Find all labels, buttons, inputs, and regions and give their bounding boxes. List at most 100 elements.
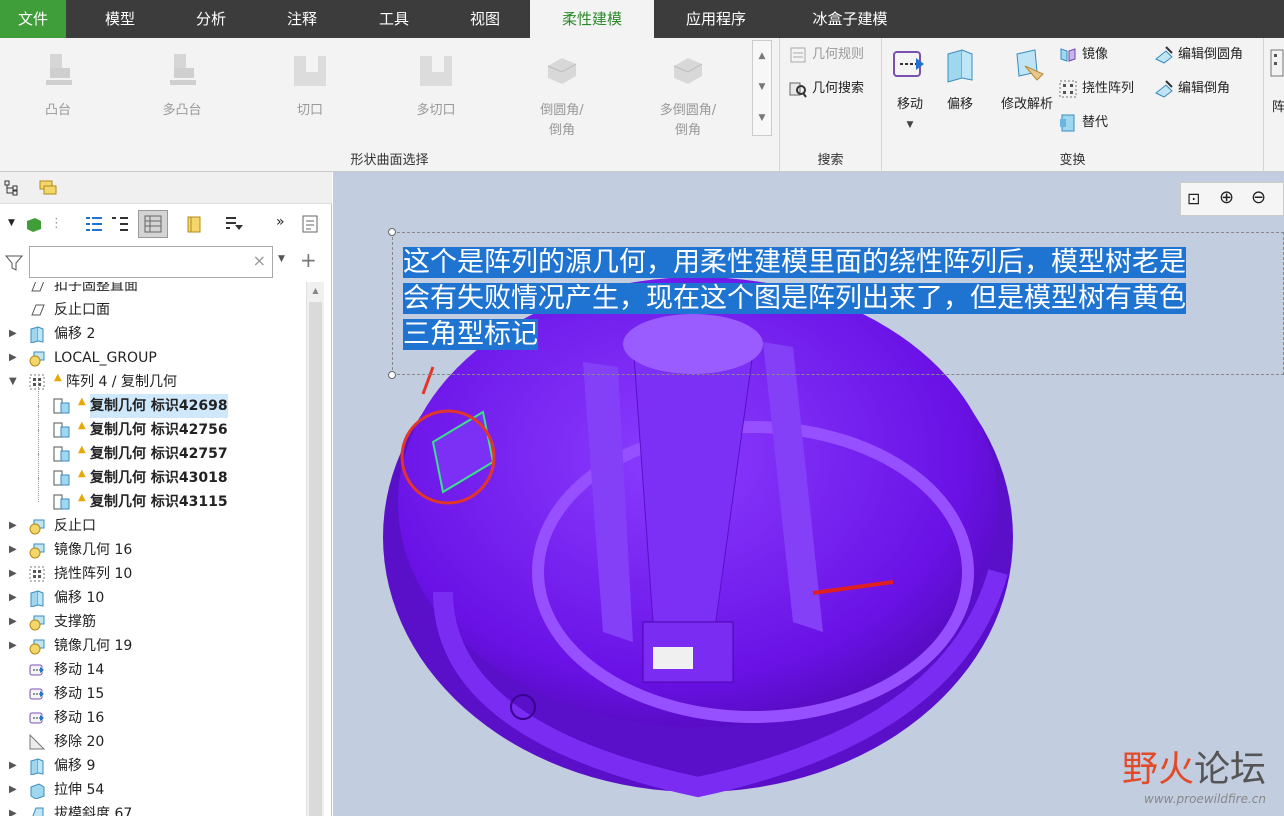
tab-model[interactable]: 模型 [74,0,166,38]
replace-button[interactable]: 替代 [1058,110,1108,136]
tab-file[interactable]: 文件 [0,0,66,38]
tab-analysis[interactable]: 分析 [166,0,256,38]
pattern-icon [29,566,45,582]
offset-button[interactable]: 偏移 [938,44,982,115]
settings-flag-icon[interactable] [184,214,204,234]
expand-down-icon[interactable]: ▼ [8,218,15,228]
tree-toolbar: ▼ ⋮ » [0,206,332,242]
gallery-expand-icon[interactable]: ▼ [753,103,771,134]
flex-pattern-button[interactable]: 挠性阵列 [1058,76,1134,102]
tree-item-label: 支撑筋 [54,614,96,630]
expand-arrow-icon[interactable]: ▶ [9,514,19,538]
zoom-out-icon[interactable]: ⊖ [1251,187,1266,208]
edit-chamfer-button[interactable]: 编辑倒角 [1154,76,1230,102]
tab-annotate[interactable]: 注释 [256,0,348,38]
search-dropdown-icon[interactable]: ▼ [278,254,285,264]
watermark-title-1: 野火 [1121,749,1194,790]
flex-pattern-label: 挠性阵列 [1082,81,1135,96]
multi-cut-icon [420,56,452,86]
geometry-rules-button[interactable]: 几何规则 [788,42,864,68]
search-filter-icon[interactable] [5,254,23,272]
handle-tl[interactable] [388,228,396,236]
boss-button[interactable]: 凸台 [26,50,90,121]
chevron-up-icon[interactable]: ▲ [753,41,771,72]
more-icon[interactable]: » [276,214,285,230]
next-group-label: 阵 [1272,100,1284,115]
expand-arrow-icon[interactable]: ▶ [9,346,19,370]
move-button[interactable]: 移动 ▼ [886,44,934,135]
filter-icon[interactable] [224,214,244,234]
edit-chamfer-label: 编辑倒角 [1178,81,1231,96]
annotation-text[interactable]: 这个是阵列的源几何，用柔性建模里面的绕性阵列后，模型树老是 会有失败情况产生，现… [403,245,1283,353]
graphics-canvas[interactable]: ⊡ ⊕ ⊖ 这个是阵列的源几何，用柔性建模里面的绕性阵列后，模型树老是 会有失败… [333,172,1284,816]
tree-item-label: LOCAL_GROUP [54,350,157,366]
shape-surface-select-group: 凸台 多凸台 切口 多切口 倒圆角/ 倒角 多倒圆角/ 倒角 ▲ ▼ ▼ 形状曲… [0,38,780,172]
warning-triangle-icon: ▲ [78,468,86,479]
tree-line [38,454,39,478]
scroll-thumb[interactable] [309,302,322,816]
move-dropdown-icon[interactable]: ▼ [886,115,934,135]
tree-item-label: 移除 20 [54,734,105,750]
warning-triangle-icon: ▲ [54,372,62,383]
tree-item-label: 拉伸 54 [54,782,105,798]
tab-view[interactable]: 视图 [440,0,530,38]
offset-label: 偏移 [946,97,973,112]
ribbon-gallery-scroll[interactable]: ▲ ▼ ▼ [752,40,772,136]
expand-arrow-icon[interactable]: ▶ [9,586,19,610]
zoom-in-icon[interactable]: ⊕ [1219,187,1234,208]
tree-settings-icon[interactable] [300,214,320,234]
tree-search-input[interactable]: × [29,246,273,278]
scroll-up-icon[interactable]: ▲ [307,286,324,295]
watermark: 野火论坛 www.proewildfire.cn [1122,740,1266,806]
expand-arrow-icon[interactable]: ▶ [9,802,19,816]
pattern-icon[interactable] [1270,48,1284,78]
group-icon [29,351,45,367]
model-cube-icon[interactable] [24,214,44,234]
cut-button[interactable]: 切口 [278,50,342,121]
geometry-search-label: 几何搜索 [812,81,865,96]
tree-collapse-icon[interactable] [110,214,130,234]
multi-cut-button[interactable]: 多切口 [404,50,468,121]
search-group-label: 搜索 [817,153,844,168]
geometry-search-button[interactable]: 几何搜索 [788,76,864,102]
expand-arrow-icon[interactable]: ▶ [9,322,19,346]
tree-scrollbar[interactable]: ▲ [306,282,324,816]
layer-tree-tab-icon[interactable] [38,179,58,197]
expand-arrow-icon[interactable]: ▶ [9,634,19,658]
tree-filter-toggle[interactable] [138,210,168,238]
model-tree-tab-icon[interactable] [4,180,20,196]
edit-chamfer-icon [1155,79,1173,98]
chevron-down-icon[interactable]: ▼ [753,72,771,103]
multi-boss-button[interactable]: 多凸台 [150,50,214,121]
modify-analysis-button[interactable]: 修改解析 [992,44,1062,115]
expand-arrow-icon[interactable]: ▶ [9,754,19,778]
geometry-search-icon [789,82,807,98]
surface-icon [31,282,45,292]
multi-round-chamfer-button[interactable]: 多倒圆角/ 倒角 [648,50,728,141]
add-icon[interactable]: + [300,248,317,272]
expand-arrow-icon[interactable]: ▶ [9,562,19,586]
offset-icon [30,590,44,607]
round-chamfer-button[interactable]: 倒圆角/ 倒角 [524,50,600,141]
tree-item-label: 移动 14 [54,662,105,678]
mirror-button[interactable]: 镜像 [1058,42,1108,68]
expand-arrow-icon[interactable]: ▶ [9,610,19,634]
copy-geom-icon [53,398,70,414]
refit-icon[interactable]: ⊡ [1187,189,1200,208]
shape-group-label: 形状曲面选择 [350,153,429,168]
tab-icebox-modeling[interactable]: 冰盒子建模 [778,0,922,38]
expand-arrow-icon[interactable]: ▶ [9,778,19,802]
expand-arrow-icon[interactable]: ▶ [9,538,19,562]
tab-flexible-modeling[interactable]: 柔性建模 [530,0,654,38]
collapse-arrow-icon[interactable]: ▼ [9,370,19,394]
view-toolbar: ⊡ ⊕ ⊖ [1180,182,1284,216]
tab-tools[interactable]: 工具 [348,0,440,38]
tree-show-icon[interactable] [84,214,104,234]
tab-applications[interactable]: 应用程序 [654,0,778,38]
annotation-line-2: 会有失败情况产生，现在这个图是阵列出来了，但是模型树有黄色 [403,283,1186,314]
clear-icon[interactable]: × [253,251,266,270]
tree-item-label: 移动 16 [54,710,105,726]
edit-round-button[interactable]: 编辑倒圆角 [1154,42,1243,68]
base-hole [653,647,693,669]
handle-bl[interactable] [388,371,396,379]
